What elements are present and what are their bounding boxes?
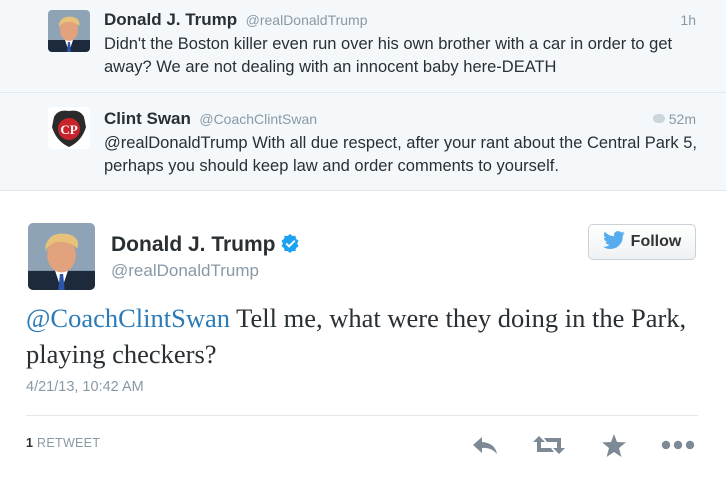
tweet-text: @realDonaldTrump With all due respect, a…: [104, 134, 698, 175]
tweet-header: Donald J. Trump @realDonaldTrump 1h: [104, 10, 696, 30]
time-label: 52m: [668, 111, 696, 127]
time-label: 1h: [680, 12, 696, 28]
comment-bubble-icon: [652, 114, 665, 123]
retweet-count: 1: [26, 436, 34, 450]
main-tweet: Donald J. Trump @realDonaldTrump Follow …: [0, 190, 726, 483]
author-handle[interactable]: @realDonaldTrump: [246, 12, 368, 28]
tweet-text: Didn't the Boston killer even run over h…: [104, 35, 673, 76]
tweet-text: @CoachClintSwan Tell me, what were they …: [26, 300, 716, 372]
author-name[interactable]: Clint Swan: [104, 109, 191, 128]
avatar[interactable]: [48, 10, 90, 52]
author-handle[interactable]: @CoachClintSwan: [199, 111, 317, 127]
tweet-header: Clint Swan @CoachClintSwan 52m: [104, 109, 696, 129]
reply-icon[interactable]: [468, 430, 502, 460]
context-tweet[interactable]: CP Clint Swan @CoachClintSwan 52m @realD…: [0, 92, 726, 190]
tweet-time[interactable]: 1h: [680, 12, 696, 28]
context-tweet[interactable]: Donald J. Trump @realDonaldTrump 1h Didn…: [0, 0, 726, 93]
retweet-icon[interactable]: [532, 430, 566, 460]
retweet-stats[interactable]: 1 RETWEET: [26, 436, 100, 450]
follow-label: Follow: [630, 233, 682, 250]
mention-link[interactable]: @CoachClintSwan: [26, 303, 230, 333]
avatar[interactable]: [28, 223, 95, 290]
author-name-text: Donald J. Trump: [111, 233, 276, 256]
conversation-context: Donald J. Trump @realDonaldTrump 1h Didn…: [0, 0, 726, 191]
verified-badge-icon: [281, 234, 300, 259]
tweet-time[interactable]: 52m: [652, 111, 696, 127]
avatar[interactable]: CP: [48, 107, 90, 149]
author-handle[interactable]: @realDonaldTrump: [111, 261, 259, 281]
favorite-star-icon[interactable]: [597, 430, 631, 460]
follow-button[interactable]: Follow: [588, 224, 696, 260]
tweet-date[interactable]: 4/21/13, 10:42 AM: [26, 379, 144, 395]
divider: [26, 415, 698, 416]
author-name[interactable]: Donald J. Trump: [111, 233, 300, 259]
retweet-stats-label: RETWEET: [37, 436, 101, 450]
avatar-logo-text: CP: [60, 122, 77, 137]
more-dots-icon[interactable]: [661, 430, 695, 460]
twitter-bird-icon: [602, 230, 625, 254]
author-name[interactable]: Donald J. Trump: [104, 10, 237, 29]
